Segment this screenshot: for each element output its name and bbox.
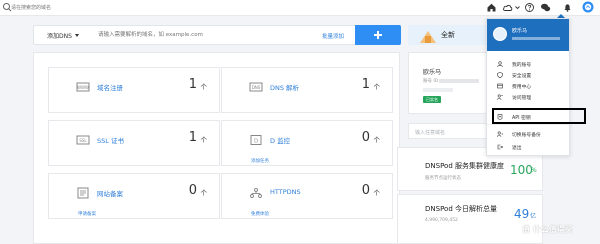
filing-icon [77, 187, 89, 199]
account-id-redacted [439, 79, 479, 83]
tile-domain-registration[interactable]: WWW 域名注册 1 个 [48, 67, 220, 113]
tile-count: 1 [188, 130, 197, 145]
menu-item-billing[interactable]: 费用中心 [487, 81, 569, 91]
domain-input[interactable] [98, 30, 278, 40]
tile-count: 0 [361, 130, 370, 145]
tile-label: DNS 解析 [270, 84, 300, 92]
svg-text:SSL: SSL [79, 138, 87, 143]
ssl-icon: SSL [76, 135, 90, 145]
menu-divider [487, 124, 569, 125]
menu-label: 安全设置 [512, 74, 532, 79]
stat-title: DNSPod 服务集群健康度 [425, 162, 504, 170]
account-info-redacted [423, 88, 453, 92]
monitor-icon: D [250, 135, 262, 145]
user-icon [497, 61, 503, 67]
account-name: 欧乐马 [423, 69, 442, 76]
access-icon [497, 94, 503, 100]
verified-badge: 已实名 [423, 96, 441, 103]
domain-lookup-placeholder: 输入任意域名 [415, 130, 446, 136]
menu-item-switch-account[interactable]: 切换账号备份 [487, 129, 569, 139]
tile-label: HTTPDNS [270, 188, 301, 196]
tile-count: 1 [361, 77, 370, 92]
menu-item-security[interactable]: 安全设置 [487, 70, 569, 80]
avatar[interactable] [582, 1, 594, 13]
tile-d-monitor[interactable]: D D 监控 0 个 添加任务 [221, 120, 393, 166]
svg-text:D: D [254, 138, 258, 144]
tile-ssl-certificate[interactable]: SSL SSL 证书 1 个 [48, 120, 220, 166]
tile-dns-resolution[interactable]: DNS DNS 解析 1 个 [221, 67, 393, 113]
tile-count: 0 [361, 183, 370, 198]
tile-unit: 个 [200, 189, 208, 197]
stat-unit: % [531, 167, 537, 174]
stat-title: DNSPod 今日解析总量 [425, 205, 497, 213]
menu-label: 我的账号 [512, 63, 532, 68]
stat-unit: 亿 [530, 213, 537, 220]
switch-icon [497, 131, 503, 137]
promo-illustration [420, 31, 436, 43]
httpdns-icon [250, 188, 262, 198]
banner-text: 全新 [441, 31, 455, 39]
menu-label: 退出 [512, 146, 522, 151]
tile-unit: 个 [200, 83, 208, 91]
free-trial-link[interactable]: 免费体验 [251, 211, 269, 217]
daily-resolution-card: DNSPod 今日解析总量 4,990,709,452 49 亿 [397, 194, 543, 244]
menu-label: 费用中心 [512, 85, 532, 90]
svg-text:WWW: WWW [77, 85, 89, 90]
apply-filing-link[interactable]: 申请备案 [78, 211, 96, 217]
help-icon[interactable] [524, 2, 535, 13]
tile-website-filing[interactable]: 网站备案 0 个 申请备案 [48, 173, 220, 219]
menu-item-my-account[interactable]: 我的账号 [487, 59, 569, 69]
home-icon[interactable] [486, 2, 497, 13]
top-bar [0, 0, 600, 16]
tile-label: D 监控 [270, 137, 291, 145]
add-task-link[interactable]: 添加任务 [251, 158, 269, 164]
add-domain-button[interactable] [355, 25, 401, 45]
dropdown-user-id-redacted [512, 37, 560, 40]
promo-banner[interactable]: 全新 [408, 25, 488, 45]
menu-label: 访问管理 [512, 96, 532, 101]
tile-count: 0 [188, 183, 197, 198]
api-key-highlight-box [492, 108, 586, 124]
stat-value: 49 [514, 207, 530, 221]
add-domain-bar: 添加DNS 批量添加 [33, 25, 401, 45]
stat-subtitle: 服务节点运行状态 [425, 176, 461, 181]
dns-type-label: 添加DNS [47, 33, 72, 40]
tile-label: 域名注册 [97, 84, 123, 92]
tile-httpdns[interactable]: HTTPDNS 0 个 免费体验 [221, 173, 393, 219]
chat-icon[interactable] [540, 2, 551, 13]
shield-icon [497, 72, 503, 78]
stat-subtitle: 4,990,709,452 [425, 218, 458, 223]
chevron-down-icon[interactable] [512, 2, 523, 13]
watermark: 值 什么值得买 [522, 225, 573, 234]
tile-unit: 个 [373, 136, 381, 144]
menu-item-access-management[interactable]: 访问管理 [487, 92, 569, 102]
tile-label: 网站备案 [97, 190, 123, 198]
tile-label: SSL 证书 [97, 137, 124, 145]
menu-label: 切换账号备份 [512, 133, 541, 138]
menu-item-logout[interactable]: 退出 [487, 142, 569, 152]
top-search-input[interactable] [11, 3, 131, 13]
services-card: WWW 域名注册 1 个 DNS DNS 解析 1 个 SSL SSL 证书 1… [33, 52, 400, 244]
domain-lookup-input[interactable]: 输入任意域名 [408, 123, 488, 139]
svg-text:DNS: DNS [252, 85, 261, 90]
dropdown-user-name: 欧乐马 [512, 28, 528, 34]
bulk-add-link[interactable]: 批量添加 [322, 32, 344, 40]
account-id-label: 账号 ID [423, 79, 439, 84]
dns-icon: DNS [249, 82, 263, 92]
billing-icon [497, 83, 503, 89]
domain-icon: WWW [76, 82, 90, 92]
logout-icon [497, 144, 503, 150]
bell-icon[interactable] [562, 2, 573, 13]
account-dropdown-menu: 欧乐马 我的账号 安全设置 费用中心 访问管理 API 密钥 切换账号备份 退出 [486, 18, 570, 156]
tile-unit: 个 [200, 136, 208, 144]
dns-type-select[interactable]: 添加DNS [34, 26, 86, 44]
dropdown-header: 欧乐马 [487, 19, 569, 51]
tile-count: 1 [188, 77, 197, 92]
account-card: 欧乐马 账号 ID 已实名 [408, 52, 488, 114]
tile-unit: 个 [373, 189, 381, 197]
tile-unit: 个 [373, 83, 381, 91]
stat-value: 100 [510, 163, 533, 177]
avatar [493, 27, 507, 41]
caret-down-icon [75, 34, 79, 37]
